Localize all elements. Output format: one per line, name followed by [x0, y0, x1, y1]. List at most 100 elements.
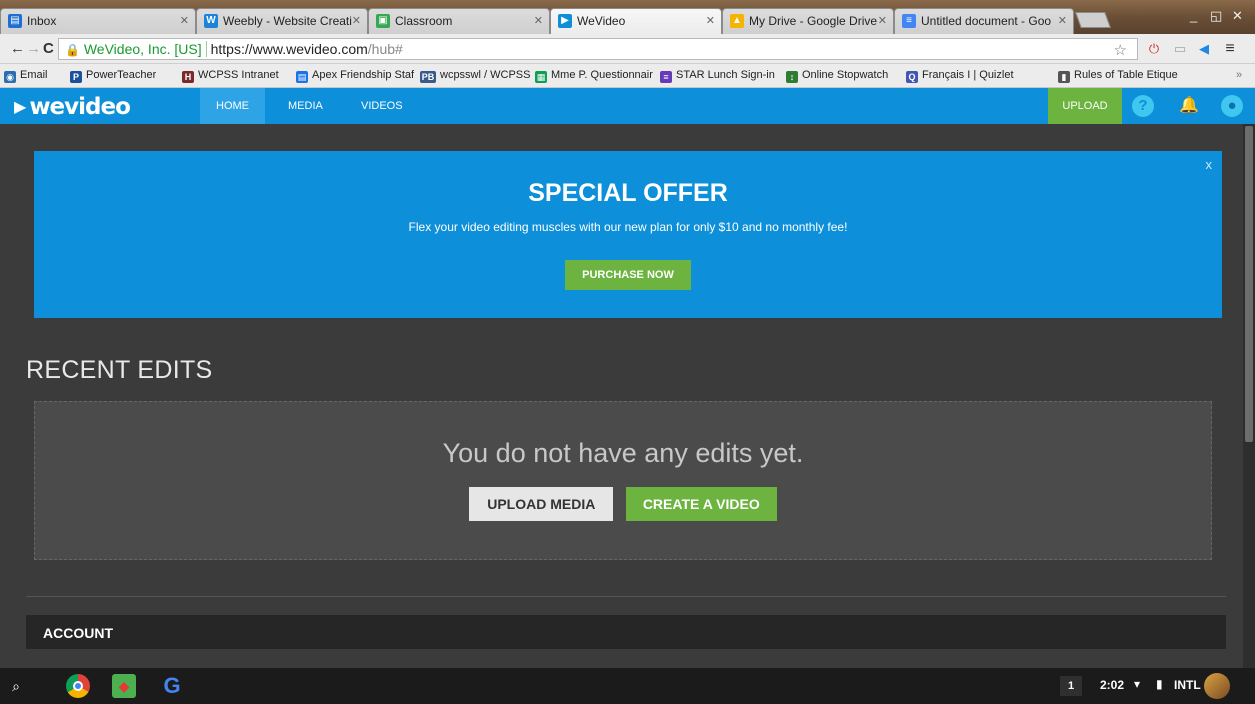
close-tab-icon[interactable]: ✕ [1058, 14, 1067, 27]
wevideo-navbar: ▶ wevideo HOME MEDIA VIDEOS UPLOAD ? 🔔 ● [0, 88, 1255, 124]
close-tab-icon[interactable]: ✕ [878, 14, 887, 27]
close-tab-icon[interactable]: ✕ [180, 14, 189, 27]
chrome-icon[interactable] [66, 674, 90, 698]
reload-icon[interactable]: C [43, 40, 54, 57]
wevideo-logo[interactable]: ▶ wevideo [14, 94, 131, 120]
back-arrow-icon[interactable]: ← [10, 40, 25, 57]
document-icon: ▮ [1058, 71, 1070, 83]
bookmark-label: PowerTeacher [86, 69, 157, 81]
tab-title: Inbox [27, 14, 57, 28]
inbox-icon: ▤ [8, 14, 22, 28]
extension-cast-icon[interactable]: ▭ [1172, 41, 1188, 57]
main-content: x SPECIAL OFFER Flex your video editing … [0, 124, 1243, 668]
bookmarks-overflow-icon[interactable]: » [1236, 69, 1242, 81]
help-icon[interactable]: ? [1132, 95, 1154, 117]
quizlet-icon: Q [906, 71, 918, 83]
close-tab-icon[interactable]: ✕ [706, 14, 715, 27]
tab-title: WeVideo [577, 14, 626, 28]
notification-badge[interactable]: 1 [1060, 676, 1082, 696]
bookmark-label: Apex Friendship Staf [312, 69, 415, 81]
browser-toolbar: ← → C 🔒 WeVideo, Inc. [US] https://www.we… [0, 34, 1255, 64]
weebly-icon: W [204, 14, 218, 28]
wifi-icon: ▾ [1134, 677, 1141, 691]
extension-stop-icon[interactable]: ⏻ [1146, 41, 1162, 57]
user-account-avatar [1204, 673, 1230, 699]
wevideo-icon: ▶ [558, 14, 572, 28]
chrome-menu-icon[interactable]: ≡ [1222, 41, 1238, 57]
user-avatar-icon[interactable]: ● [1221, 95, 1243, 117]
close-window-icon[interactable]: ✕ [1232, 8, 1243, 24]
google-icon[interactable]: G [160, 674, 184, 698]
tab-title: Classroom [395, 14, 453, 28]
os-shelf: ⌕ ◆ G 1 2:02 ▾ ▮ INTL [0, 668, 1255, 704]
tab-google-doc[interactable]: ≡ Untitled document - Goo ✕ [894, 8, 1074, 34]
close-tab-icon[interactable]: ✕ [352, 14, 361, 27]
maps-icon[interactable]: ◆ [112, 674, 136, 698]
recent-edits-empty-state: You do not have any edits yet. UPLOAD ME… [34, 401, 1212, 560]
bookmark-powerteacher[interactable]: P PowerTeacher [70, 69, 156, 83]
empty-state-actions: UPLOAD MEDIA CREATE A VIDEO [35, 487, 1211, 521]
logo-text: wevideo [29, 94, 131, 120]
forms-icon: ≡ [660, 71, 672, 83]
bookmark-label: Français I | Quizlet [922, 69, 1014, 81]
upload-button[interactable]: UPLOAD [1048, 88, 1122, 124]
browser-tabstrip: ▤ Inbox ✕ W Weebly - Website Creati ✕ ▣ … [0, 0, 1255, 34]
forward-arrow-icon[interactable]: → [26, 40, 41, 57]
bookmark-label: Online Stopwatch [802, 69, 889, 81]
empty-message: You do not have any edits yet. [442, 438, 804, 468]
bookmark-label: Email [20, 69, 48, 81]
close-banner-button[interactable]: x [1206, 157, 1213, 172]
restore-icon[interactable]: ◱ [1210, 8, 1222, 24]
new-tab-button[interactable] [1075, 12, 1111, 28]
bookmark-star-lunch[interactable]: ≡ STAR Lunch Sign-in [660, 69, 780, 83]
launcher-search-icon[interactable]: ⌕ [4, 674, 28, 698]
tab-inbox[interactable]: ▤ Inbox ✕ [0, 8, 196, 34]
url-path: /hub# [367, 41, 403, 57]
nav-videos[interactable]: VIDEOS [345, 88, 419, 124]
bell-icon[interactable]: 🔔 [1178, 95, 1200, 117]
bookmarks-bar: ◉ Email P PowerTeacher H WCPSS Intranet ▤ Ap… [0, 64, 1255, 88]
tab-weebly[interactable]: W Weebly - Website Creati ✕ [196, 8, 368, 34]
bookmark-label: Rules of Table Etique [1074, 69, 1178, 81]
bookmark-wcpss-intranet[interactable]: H WCPSS Intranet [182, 69, 279, 83]
recent-edits-heading: RECENT EDITS [26, 356, 213, 384]
close-tab-icon[interactable]: ✕ [534, 14, 543, 27]
intranet-icon: H [182, 71, 194, 83]
tab-google-drive[interactable]: ▲ My Drive - Google Drive ✕ [722, 8, 894, 34]
bookmark-questionnaire[interactable]: ▦ Mme P. Questionnair [535, 69, 655, 83]
bookmark-label: Mme P. Questionnair [551, 69, 653, 81]
address-bar[interactable]: 🔒 WeVideo, Inc. [US] https://www.wevideo.… [58, 38, 1138, 60]
section-divider [26, 596, 1226, 597]
url-host: https://www.wevideo.com [210, 41, 368, 57]
tab-title: My Drive - Google Drive [749, 14, 878, 28]
input-method: INTL [1174, 678, 1201, 692]
nav-media[interactable]: MEDIA [272, 88, 339, 124]
lock-icon: 🔒 [65, 43, 80, 57]
bookmark-email[interactable]: ◉ Email [4, 69, 48, 83]
battery-icon: ▮ [1156, 677, 1163, 691]
pbworks-icon: PB [420, 71, 436, 83]
globe-icon: ◉ [4, 71, 16, 83]
sheets-icon: ▦ [535, 71, 547, 83]
purchase-now-button[interactable]: PURCHASE NOW [565, 260, 691, 290]
site-icon: ▤ [296, 71, 308, 83]
account-section-header[interactable]: ACCOUNT [26, 615, 1226, 649]
minimize-icon[interactable]: _ [1190, 8, 1197, 23]
tab-wevideo[interactable]: ▶ WeVideo ✕ [550, 8, 722, 34]
create-video-button[interactable]: CREATE A VIDEO [625, 487, 777, 521]
bookmark-apex-staff[interactable]: ▤ Apex Friendship Staf [296, 69, 416, 83]
classroom-icon: ▣ [376, 14, 390, 28]
nav-home[interactable]: HOME [200, 88, 265, 124]
tab-classroom[interactable]: ▣ Classroom ✕ [368, 8, 550, 34]
bookmark-star-icon[interactable]: ☆ [1114, 41, 1127, 59]
bookmark-stopwatch[interactable]: ↕ Online Stopwatch [786, 69, 888, 83]
scrollbar-thumb[interactable] [1245, 126, 1253, 442]
ev-certificate-label: WeVideo, Inc. [US] [83, 41, 207, 57]
play-arrow-icon: ▶ [14, 97, 26, 116]
upload-media-button[interactable]: UPLOAD MEDIA [469, 487, 614, 521]
bookmark-wcpsswl[interactable]: PB wcpsswl / WCPSS W [420, 69, 530, 83]
extension-megaphone-icon[interactable]: ◀ [1196, 41, 1212, 57]
bookmark-table-etiquette[interactable]: ▮ Rules of Table Etique [1058, 69, 1226, 83]
bookmark-quizlet[interactable]: Q Français I | Quizlet [906, 69, 1014, 83]
powerteacher-icon: P [70, 71, 82, 83]
